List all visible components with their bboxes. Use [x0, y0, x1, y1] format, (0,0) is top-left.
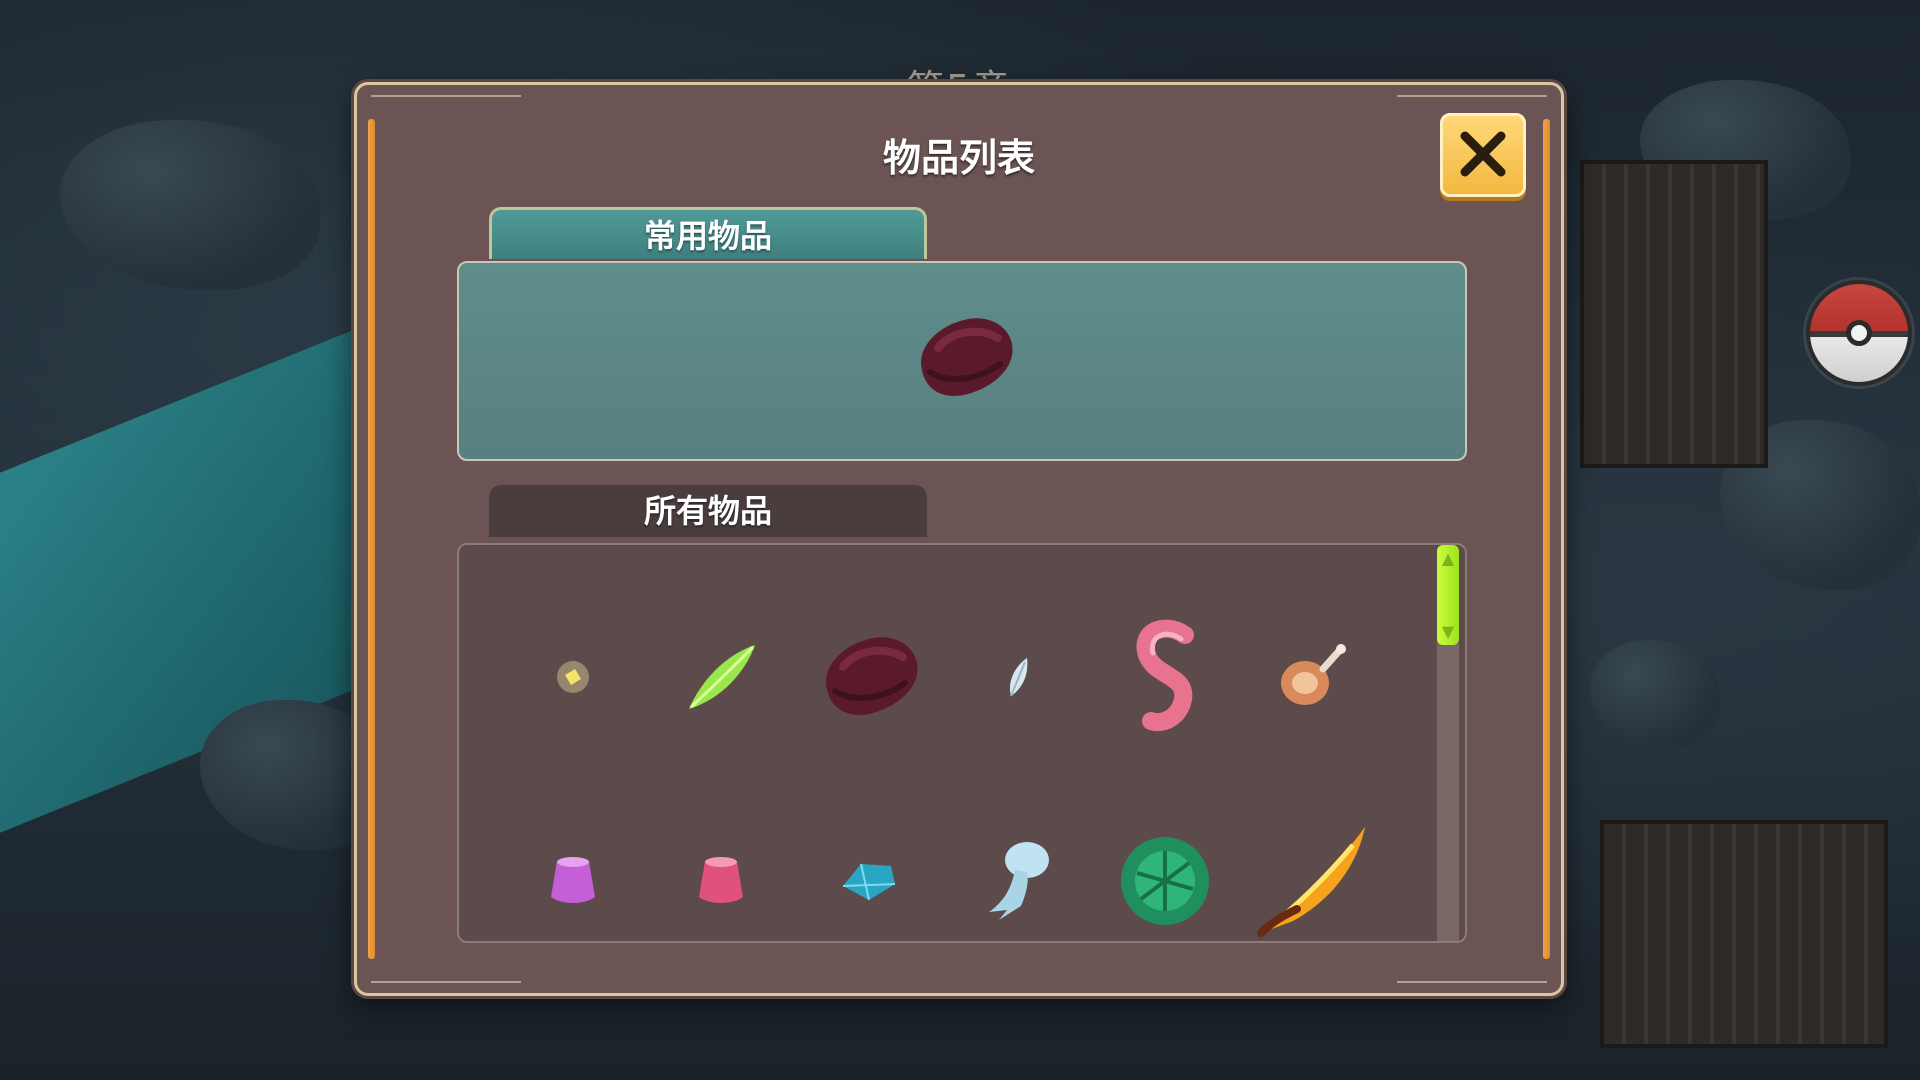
- ornament-corner: [1397, 95, 1547, 115]
- item-slot[interactable]: [499, 779, 647, 941]
- item-slot[interactable]: [795, 575, 943, 779]
- item-slot[interactable]: [647, 779, 795, 941]
- scroll-thumb[interactable]: ▲ ▼: [1437, 545, 1459, 645]
- common-items-panel: [457, 261, 1467, 461]
- item-slot[interactable]: [943, 575, 1091, 779]
- pink-tentacle-icon: [1136, 619, 1194, 732]
- scroll-track[interactable]: ▲ ▼: [1437, 545, 1459, 941]
- red-stone-icon: [826, 637, 918, 715]
- scroll-up-arrow-icon: ▲: [1441, 549, 1455, 568]
- white-feather-icon: [1009, 658, 1028, 697]
- ornament-corner: [371, 95, 521, 115]
- item-slot[interactable]: [1239, 779, 1387, 941]
- red-stone-icon: [921, 318, 1013, 396]
- item-list-dialog: 物品列表 常用物品 所有物品 ▲ ▼: [354, 82, 1564, 996]
- common-item-slot[interactable]: [899, 293, 1029, 423]
- tab-all-items[interactable]: 所有物品: [489, 485, 927, 537]
- item-slot[interactable]: [647, 575, 795, 779]
- rock: [1590, 640, 1720, 750]
- pokeball-menu-button[interactable]: [1806, 280, 1912, 386]
- scroll-down-arrow-icon: ▼: [1441, 622, 1455, 641]
- item-slot[interactable]: [795, 779, 943, 941]
- item-slot[interactable]: [1239, 575, 1387, 779]
- item-slot[interactable]: [943, 779, 1091, 941]
- fire-blade-icon: [1257, 827, 1365, 937]
- dialog-right-rail: [1543, 119, 1550, 959]
- all-items-panel: ▲ ▼: [457, 543, 1467, 943]
- close-x-icon: [1460, 131, 1506, 177]
- rock: [60, 120, 320, 290]
- close-button[interactable]: [1440, 113, 1526, 197]
- leaf-blade-icon: [689, 645, 755, 709]
- pink-crystal-icon: [699, 857, 743, 903]
- wooden-crate: [1580, 160, 1768, 468]
- dialog-left-rail: [368, 119, 375, 959]
- item-slot[interactable]: [499, 575, 647, 779]
- all-items-grid: [499, 575, 1379, 941]
- ghost-wisp-icon: [989, 842, 1049, 920]
- meat-drumstick-icon: [1281, 644, 1346, 705]
- ornament-corner: [1397, 981, 1547, 1001]
- glowing-shard-icon: [557, 661, 589, 693]
- green-shell-icon: [1121, 837, 1209, 925]
- purple-crystal-icon: [551, 857, 595, 903]
- wooden-crate: [1600, 820, 1888, 1048]
- item-slot[interactable]: [1091, 575, 1239, 779]
- dialog-title: 物品列表: [882, 136, 1035, 180]
- item-slot[interactable]: [1091, 779, 1239, 941]
- ornament-corner: [371, 981, 521, 1001]
- blue-gem-icon: [842, 863, 896, 901]
- tab-common-items[interactable]: 常用物品: [489, 207, 927, 259]
